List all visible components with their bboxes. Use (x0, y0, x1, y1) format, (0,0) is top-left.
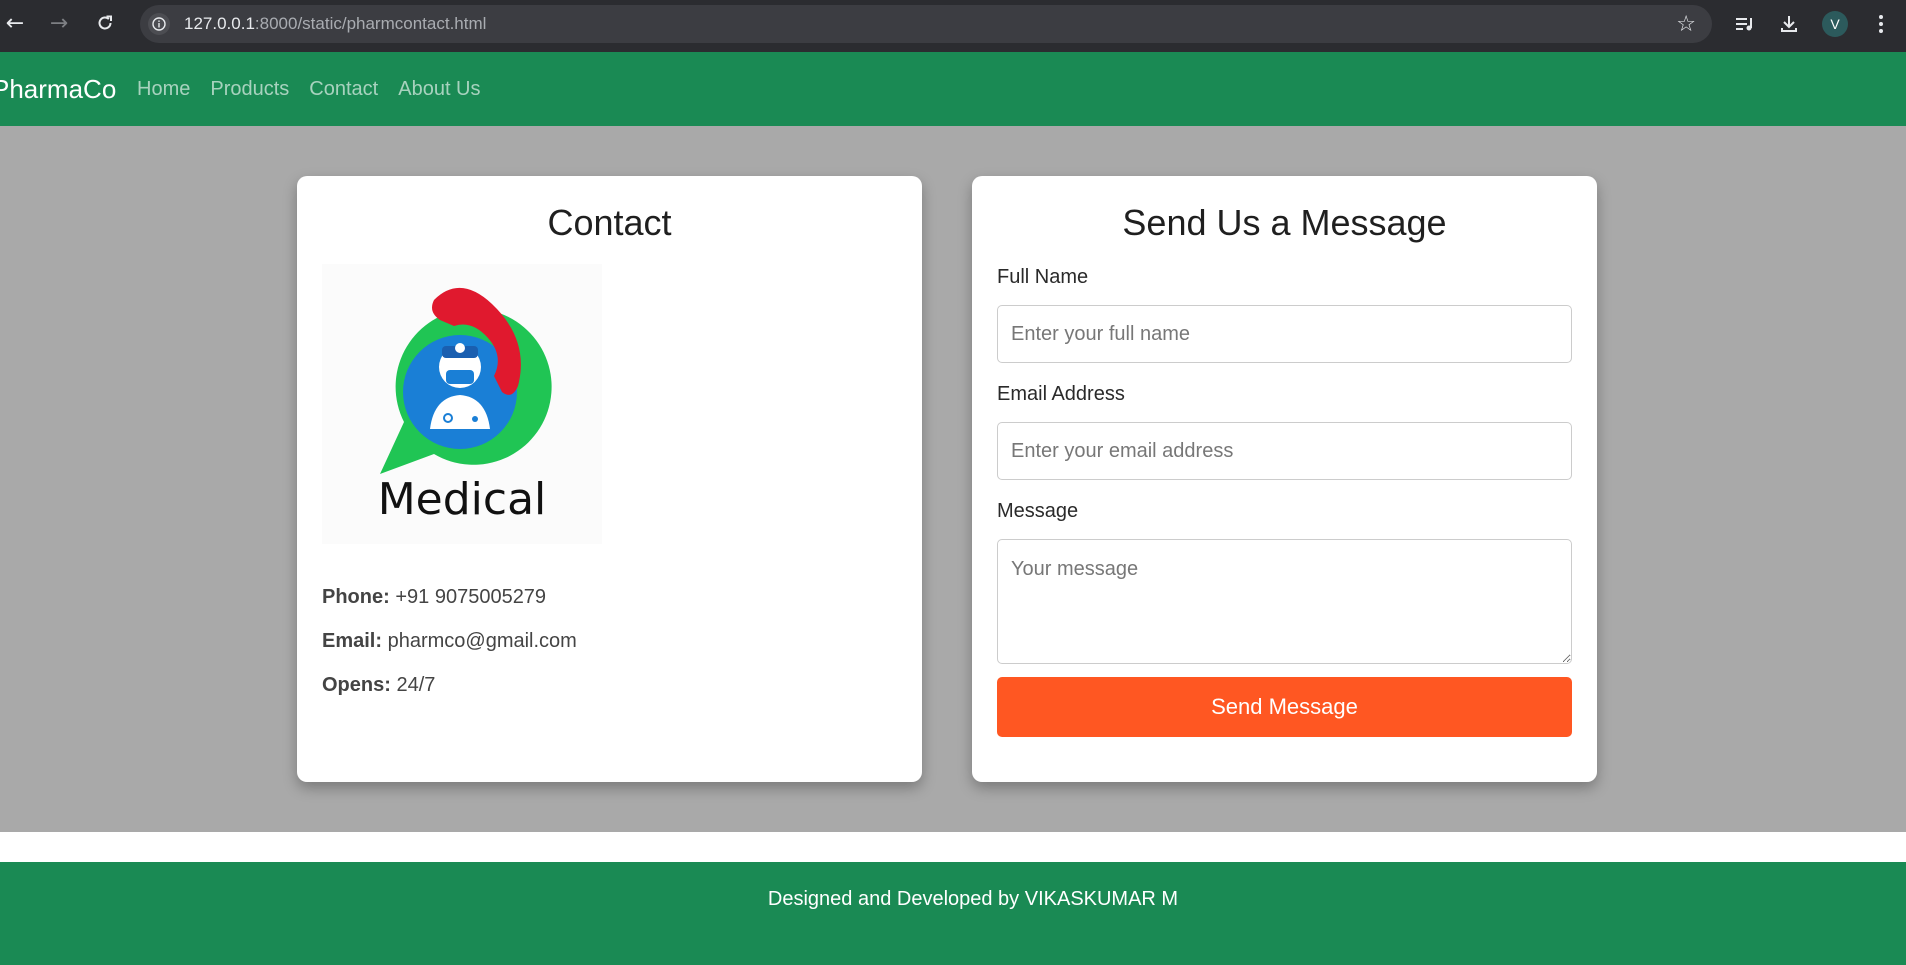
message-textarea[interactable] (997, 539, 1572, 664)
contact-details: Phone: +91 9075005279 Email: pharmco@gma… (322, 586, 577, 718)
send-message-button[interactable]: Send Message (997, 677, 1572, 737)
message-card: Send Us a Message Full Name Email Addres… (972, 176, 1597, 782)
url-host: 127.0.0.1 (184, 14, 255, 33)
reload-icon[interactable] (90, 8, 120, 38)
site-footer: Designed and Developed by VIKASKUMAR M (0, 862, 1906, 965)
contact-card: Contact Medical Phone: +91 9075005279 Em… (297, 176, 922, 782)
nav-link-home[interactable]: Home (137, 78, 190, 101)
media-control-icon[interactable] (1730, 9, 1760, 39)
forward-arrow-icon[interactable]: → (44, 8, 74, 38)
logo-wordmark: Medical (378, 474, 547, 525)
contact-title: Contact (547, 202, 672, 243)
back-arrow-icon[interactable]: ← (0, 8, 30, 38)
message-label: Message (997, 500, 1079, 522)
email-address-input[interactable] (997, 422, 1572, 480)
main-content: Contact Medical Phone: +91 9075005279 Em… (0, 126, 1906, 832)
phone-label: Phone: (322, 586, 390, 608)
url-text: 127.0.0.1:8000/static/pharmcontact.html (184, 14, 486, 34)
site-navbar: PharmaCo Home Products Contact About Us (0, 52, 1906, 126)
medical-logo: Medical (322, 264, 602, 544)
browser-toolbar: ← → 127.0.0.1:8000/static/pharmcontact.h… (0, 0, 1906, 52)
footer-credit: Designed and Developed by VIKASKUMAR M (767, 888, 1179, 910)
email-value: pharmco@gmail.com (387, 630, 577, 652)
address-bar[interactable]: 127.0.0.1:8000/static/pharmcontact.html … (140, 5, 1712, 43)
phone-value: +91 9075005279 (395, 586, 547, 608)
full-name-input[interactable] (997, 305, 1572, 363)
profile-avatar[interactable]: V (1822, 11, 1848, 37)
email-label: Email: (322, 630, 383, 652)
more-menu-icon[interactable] (1866, 9, 1896, 39)
opens-line: Opens: 24/7 (322, 674, 577, 697)
message-form-title: Send Us a Message (1122, 202, 1447, 243)
nav-link-contact[interactable]: Contact (309, 78, 378, 101)
email-address-label: Email Address (997, 383, 1125, 405)
nav-links: Home Products Contact About Us (137, 78, 501, 101)
site-info-icon[interactable] (148, 13, 170, 35)
opens-value: 24/7 (396, 674, 436, 696)
opens-label: Opens: (322, 674, 391, 696)
phone-line: Phone: +91 9075005279 (322, 586, 577, 609)
nav-link-about-us[interactable]: About Us (398, 78, 480, 101)
full-name-label: Full Name (997, 266, 1089, 288)
message-form: Full Name Email Address Message Send Mes… (997, 266, 1572, 737)
nav-link-products[interactable]: Products (210, 78, 289, 101)
bookmark-star-icon[interactable]: ☆ (1676, 12, 1696, 37)
brand-name[interactable]: PharmaCo (0, 74, 116, 105)
download-icon[interactable] (1774, 9, 1804, 39)
email-line: Email: pharmco@gmail.com (322, 630, 577, 653)
url-path: :8000/static/pharmcontact.html (254, 14, 487, 33)
